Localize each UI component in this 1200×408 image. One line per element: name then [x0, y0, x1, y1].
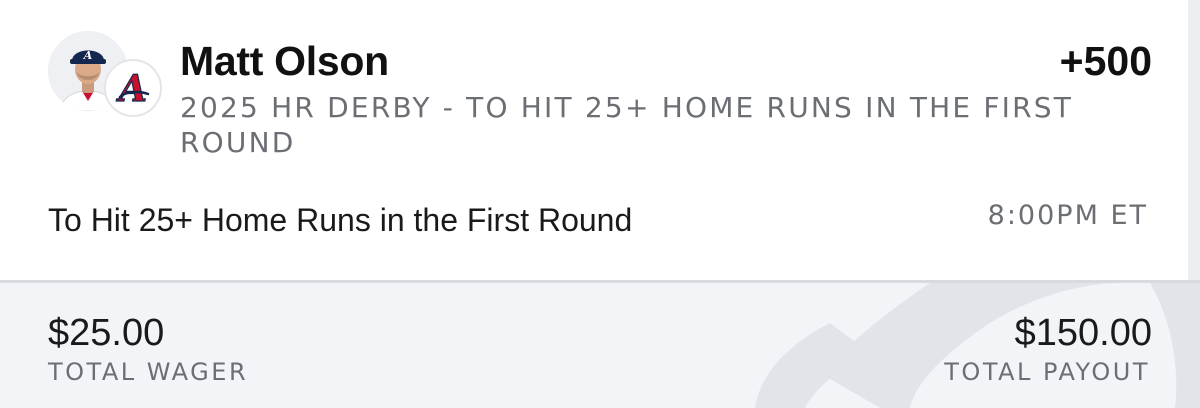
total-payout-amount: $150.00	[1014, 312, 1152, 354]
market-description: 2025 HR DERBY - TO HIT 25+ HOME RUNS IN …	[180, 91, 1074, 159]
event-time: 8:00PM ET	[987, 200, 1148, 231]
braves-logo-icon: A	[115, 67, 150, 111]
player-name: Matt Olson	[180, 38, 389, 84]
total-payout-label: TOTAL PAYOUT	[944, 358, 1150, 386]
bet-card: A A Matt Olson +500 2025 HR DERBY - TO H…	[0, 0, 1200, 408]
bet-odds: +500	[1059, 38, 1152, 84]
svg-text:A: A	[83, 49, 93, 62]
total-wager-amount: $25.00	[48, 312, 165, 354]
team-logo: A	[104, 59, 162, 117]
bet-details-section: A A Matt Olson +500 2025 HR DERBY - TO H…	[0, 0, 1200, 280]
bet-selection: To Hit 25+ Home Runs in the First Round	[48, 202, 633, 238]
total-wager-label: TOTAL WAGER	[48, 358, 249, 386]
svg-text:A: A	[116, 68, 147, 110]
card-edge	[1188, 0, 1200, 280]
